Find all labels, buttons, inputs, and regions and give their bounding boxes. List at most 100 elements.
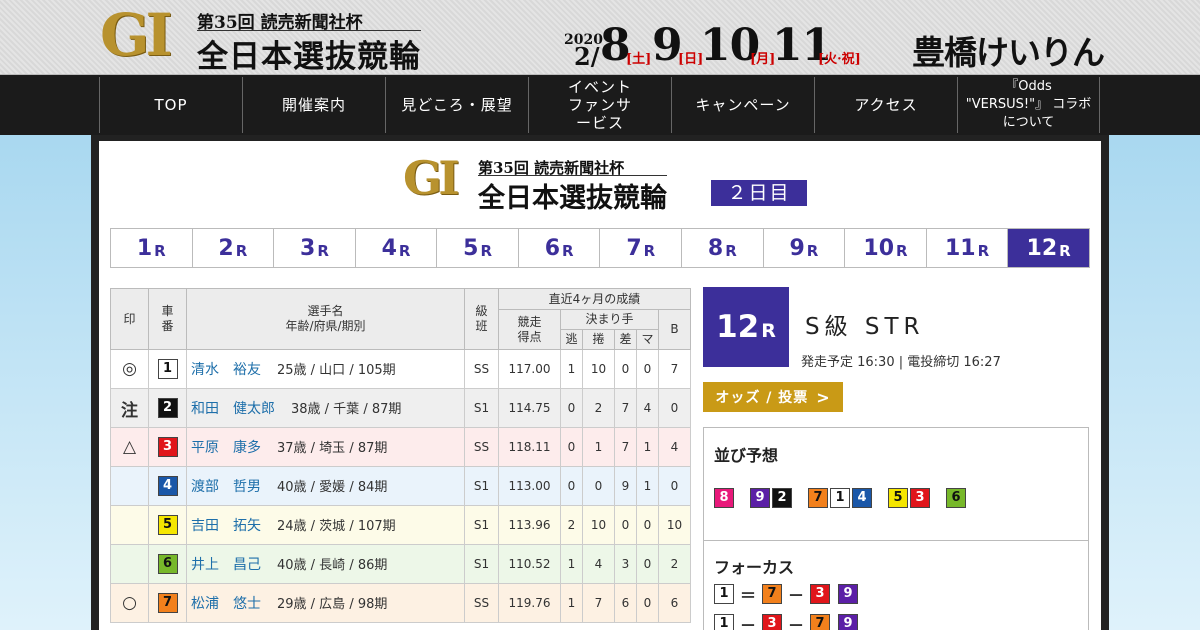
car-cell: 5 [148, 505, 187, 545]
name-cell: 吉田 拓矢 24歳 / 茨城 / 107期 [186, 505, 465, 545]
race-tab-4[interactable]: 4R [356, 229, 438, 267]
focus-separator: ＝ [739, 586, 756, 605]
sashi-cell: 7 [614, 388, 637, 428]
rider-info: 29歳 / 広島 / 98期 [277, 597, 388, 612]
race-tab-7[interactable]: 7R [600, 229, 683, 267]
car-cell: 3 [148, 427, 187, 467]
race-tab-8[interactable]: 8R [682, 229, 764, 267]
race-tab-11[interactable]: 11 R [927, 229, 1009, 267]
nav-campaign[interactable]: キャンペーン [671, 77, 814, 133]
car-number-badge: 2 [157, 398, 178, 418]
main-nav: TOP 開催案内 見どころ・展望 イベント ファンサービス キャンペーン アクセ… [0, 75, 1200, 135]
table-row[interactable]: 5 吉田 拓矢 24歳 / 茨城 / 107期 S1 113.96 2 10 0 0 10 [110, 505, 691, 545]
race-tab-5[interactable]: 5R [437, 229, 519, 267]
col-score: 競走得点 [498, 309, 561, 350]
race-tab-r: R [235, 242, 248, 260]
race-tab-3[interactable]: 3R [274, 229, 356, 267]
rider-name-link[interactable]: 平原 康多 [191, 440, 261, 456]
event-month: 2/ [574, 42, 600, 71]
rider-name-link[interactable]: 清水 裕友 [191, 362, 261, 378]
race-tab-r: R [725, 242, 737, 260]
nav-top[interactable]: TOP [99, 77, 242, 133]
table-row[interactable]: 注 2 和田 健太郎 38歳 / 千葉 / 87期 S1 114.75 0 2 7 4 0 [110, 388, 691, 428]
car-number-badge: 4 [157, 476, 178, 496]
mark-cell: ◎ [110, 349, 149, 389]
table-row[interactable]: 4 渡部 哲男 40歳 / 愛媛 / 84期 S1 113.00 0 0 9 1 0 [110, 466, 691, 506]
car-cell: 1 [148, 349, 187, 389]
makuri-cell: 7 [582, 583, 615, 623]
rider-name-link[interactable]: 和田 健太郎 [191, 401, 275, 417]
race-tab-1[interactable]: 1R [111, 229, 193, 267]
rider-info: 38歳 / 千葉 / 87期 [291, 402, 402, 417]
b-cell: 0 [658, 466, 691, 506]
day-badge: ２日目 [711, 180, 807, 206]
race-tab-9[interactable]: 9R [764, 229, 846, 267]
focus-row: 1 ＝ 7 － 3 9 [714, 582, 858, 606]
table-row[interactable]: △ 3 平原 康多 37歳 / 埼玉 / 87期 SS 118.11 0 1 7 1 4 [110, 427, 691, 467]
nige-cell: 0 [560, 427, 583, 467]
car-number-badge: 9 [838, 614, 858, 630]
rider-name-link[interactable]: 吉田 拓矢 [191, 518, 261, 534]
car-number-badge: 6 [157, 554, 178, 574]
car-number-badge: 3 [157, 437, 178, 457]
score-cell: 110.52 [498, 544, 561, 584]
race-tab-number: 3 [300, 235, 316, 261]
nige-cell: 0 [560, 388, 583, 428]
line-prediction-box: 並び予想 892714536 [703, 427, 1089, 541]
table-row[interactable]: ○ 7 松浦 悠士 29歳 / 広島 / 98期 SS 119.76 1 7 6 0 6 [110, 583, 691, 623]
car-number-badge: 7 [762, 584, 782, 604]
top-banner: GI 第35回 読売新聞社杯 全日本選抜競輪 2020 2/ 8 [土] 9 [… [0, 0, 1200, 75]
race-tab-r: R [977, 242, 990, 260]
rider-info: 40歳 / 愛媛 / 84期 [277, 480, 388, 495]
car-number-badge: 1 [830, 488, 850, 508]
col-car: 車番 [148, 288, 187, 350]
race-tab-number: 12 [1026, 235, 1058, 261]
race-tab-number: 7 [626, 235, 642, 261]
race-tab-number: 4 [381, 235, 397, 261]
race-number: 12 [716, 309, 760, 345]
car-cell: 7 [148, 583, 187, 623]
nav-access[interactable]: アクセス [814, 77, 957, 133]
rider-name-link[interactable]: 渡部 哲男 [191, 479, 261, 495]
line-group: 8 [714, 488, 736, 508]
nige-cell: 1 [560, 583, 583, 623]
race-tab-2[interactable]: 2R [193, 229, 275, 267]
race-tab-6[interactable]: 6R [519, 229, 601, 267]
rider-name-link[interactable]: 井上 昌己 [191, 557, 261, 573]
table-row[interactable]: ◎ 1 清水 裕友 25歳 / 山口 / 105期 SS 117.00 1 10 0 0 7 [110, 349, 691, 389]
nav-collab[interactable]: 『Odds "VERSUS!"』 コラボについて [957, 77, 1100, 133]
mark-cell [110, 544, 149, 584]
rider-name-link[interactable]: 松浦 悠士 [191, 596, 261, 612]
car-cell: 2 [148, 388, 187, 428]
car-number-badge: 1 [157, 359, 178, 379]
nav-events[interactable]: イベント ファンサービス [528, 77, 671, 133]
race-time: 発走予定 16:30 | 電投締切 16:27 [801, 355, 1001, 370]
line-group: 714 [808, 488, 874, 508]
col-kimarite: 決まり手 [560, 309, 659, 330]
day-sat: [土] [626, 52, 652, 67]
brand-logo[interactable]: 豊橋けいりん [912, 26, 1105, 74]
sashi-cell: 0 [614, 349, 637, 389]
name-cell: 井上 昌己 40歳 / 長崎 / 86期 [186, 544, 465, 584]
table-row[interactable]: 6 井上 昌己 40歳 / 長崎 / 86期 S1 110.52 1 4 3 0 2 [110, 544, 691, 584]
mark-cell [110, 505, 149, 545]
nav-highlights[interactable]: 見どころ・展望 [385, 77, 528, 133]
ma-cell: 1 [636, 427, 659, 467]
rider-info: 24歳 / 茨城 / 107期 [277, 519, 396, 534]
car-number-badge: 5 [157, 515, 178, 535]
nav-info[interactable]: 開催案内 [242, 77, 385, 133]
header-title: 全日本選抜競輪 [478, 175, 667, 215]
race-tab-12[interactable]: 12 R [1008, 229, 1089, 267]
car-number-badge: 1 [714, 584, 734, 604]
race-tab-10[interactable]: 10 R [845, 229, 927, 267]
rider-info: 37歳 / 埼玉 / 87期 [277, 441, 388, 456]
sashi-cell: 3 [614, 544, 637, 584]
col-ma: マ [636, 329, 659, 350]
makuri-cell: 2 [582, 388, 615, 428]
car-number-badge: 5 [888, 488, 908, 508]
nige-cell: 2 [560, 505, 583, 545]
race-tab-number: 8 [707, 235, 724, 261]
race-class: S級 STR [805, 314, 925, 340]
score-cell: 119.76 [498, 583, 561, 623]
odds-vote-button[interactable]: オッズ / 投票 > [703, 382, 843, 412]
